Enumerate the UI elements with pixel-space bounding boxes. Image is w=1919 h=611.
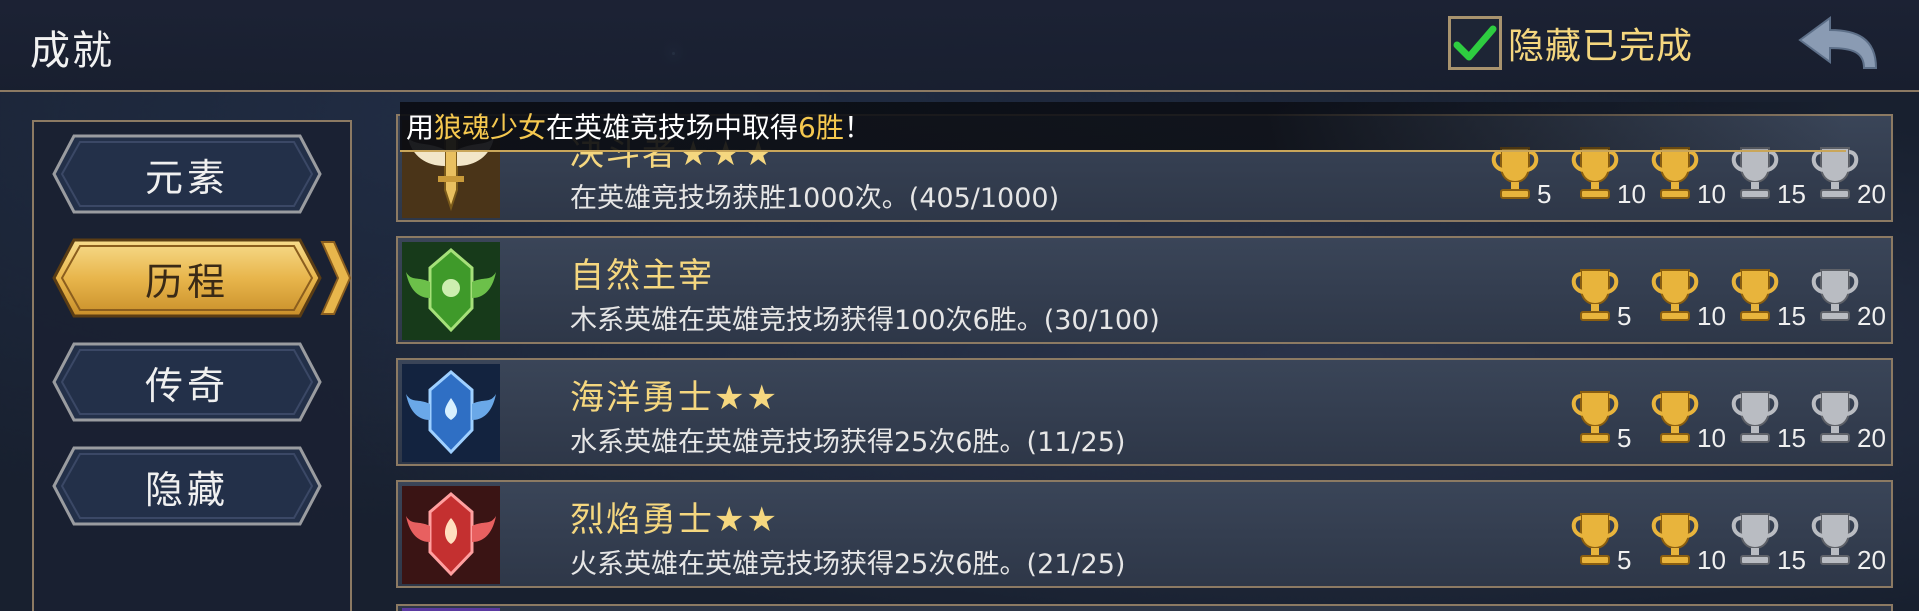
achievement-description: 火系英雄在英雄竞技场获得25次6胜。(21/25)	[570, 549, 1126, 580]
sidebar-item-label: 传奇	[144, 363, 229, 408]
reward-amount: 5	[1617, 301, 1632, 331]
achievement-title: 自然主宰	[570, 256, 714, 296]
achievement-row[interactable]: 烈焰勇士★★ 火系英雄在英雄竞技场获得25次6胜。(21/25) 5 10 15 20	[396, 480, 1893, 588]
toast-win-count: 6胜	[798, 111, 844, 144]
reward-tiers: 5 10 15 20	[1567, 504, 1887, 575]
category-sidebar: 元素 历程 传奇 隐藏	[32, 120, 352, 611]
hide-completed-checkbox[interactable]	[1448, 16, 1502, 70]
reward-trophy[interactable]: 10	[1567, 144, 1647, 209]
page-title: 成就	[30, 28, 114, 74]
reward-amount: 15	[1777, 301, 1806, 331]
achievement-title: 海洋勇士★★	[570, 378, 779, 418]
toast-suffix: ！	[843, 111, 872, 144]
reward-trophy[interactable]: 15	[1727, 510, 1807, 575]
reward-amount: 20	[1857, 179, 1886, 209]
hide-completed-label: 隐藏已完成	[1508, 26, 1694, 67]
achievement-row-partial[interactable]	[396, 604, 1893, 611]
sidebar-item-hidden[interactable]: 隐藏	[52, 446, 322, 526]
reward-trophy[interactable]: 15	[1727, 266, 1807, 331]
reward-trophy[interactable]: 5	[1487, 144, 1567, 209]
reward-trophy[interactable]: 15	[1727, 388, 1807, 453]
achievement-description: 在英雄竞技场获胜1000次。(405/1000)	[570, 183, 1060, 214]
reward-trophy[interactable]: 10	[1647, 144, 1727, 209]
reward-amount: 10	[1697, 179, 1726, 209]
reward-trophy[interactable]: 5	[1567, 388, 1647, 453]
reward-amount: 10	[1697, 545, 1726, 575]
back-arrow-icon	[1798, 16, 1878, 69]
sidebar-item-history[interactable]: 历程	[52, 238, 352, 318]
reward-trophy[interactable]: 10	[1647, 388, 1727, 453]
reward-trophy[interactable]: 20	[1807, 266, 1887, 331]
sidebar-item-label: 元素	[144, 155, 229, 200]
sidebar-item-legend[interactable]: 传奇	[52, 342, 322, 422]
top-bar: 成就 隐藏已完成	[0, 0, 1919, 92]
reward-trophy[interactable]: 20	[1807, 510, 1887, 575]
achievement-row[interactable]: 自然主宰 木系英雄在英雄竞技场获得100次6胜。(30/100) 5 10 15 20	[396, 236, 1893, 344]
reward-trophy[interactable]: 20	[1807, 388, 1887, 453]
reward-trophy[interactable]: 10	[1647, 510, 1727, 575]
achievement-description: 水系英雄在英雄竞技场获得25次6胜。(11/25)	[570, 427, 1126, 458]
reward-amount: 15	[1777, 545, 1806, 575]
water-crest-icon	[402, 364, 500, 462]
toast-message: 在英雄竞技场中取得	[546, 111, 799, 144]
reward-amount: 20	[1857, 545, 1886, 575]
reward-amount: 10	[1697, 301, 1726, 331]
reward-trophy[interactable]: 10	[1647, 266, 1727, 331]
reward-trophy[interactable]: 20	[1807, 144, 1887, 209]
reward-trophy[interactable]: 5	[1567, 266, 1647, 331]
nature-crest-icon	[402, 242, 500, 340]
reward-amount: 5	[1617, 423, 1632, 453]
checkmark-icon	[1453, 25, 1497, 61]
achievement-row[interactable]: 海洋勇士★★ 水系英雄在英雄竞技场获得25次6胜。(11/25) 5 10 15 20	[396, 358, 1893, 466]
sidebar-item-label: 历程	[144, 259, 229, 304]
reward-amount: 5	[1617, 545, 1632, 575]
reward-amount: 20	[1857, 301, 1886, 331]
toast-hero-name: 狼魂少女	[434, 111, 547, 144]
achievement-description: 木系英雄在英雄竞技场获得100次6胜。(30/100)	[570, 305, 1160, 336]
fire-crest-icon	[402, 486, 500, 584]
reward-amount: 5	[1537, 179, 1552, 209]
hide-completed-toggle[interactable]: 隐藏已完成	[1448, 14, 1693, 72]
toast-prefix: 用	[406, 111, 435, 144]
reward-tiers: 5 10 15 20	[1567, 260, 1887, 331]
reward-amount: 10	[1697, 423, 1726, 453]
reward-amount: 15	[1777, 423, 1806, 453]
sidebar-item-elements[interactable]: 元素	[52, 134, 322, 214]
reward-amount: 20	[1857, 423, 1886, 453]
reward-amount: 10	[1617, 179, 1646, 209]
reward-trophy[interactable]: 15	[1727, 144, 1807, 209]
reward-amount: 15	[1777, 179, 1806, 209]
achievement-title: 烈焰勇士★★	[570, 500, 779, 540]
reward-tiers: 5 10 15 20	[1567, 382, 1887, 453]
sidebar-item-label: 隐藏	[144, 467, 229, 512]
reward-trophy[interactable]: 5	[1567, 510, 1647, 575]
back-button[interactable]	[1796, 16, 1880, 74]
achievement-toast: 用 狼魂少女 在英雄竞技场中取得 6胜 ！	[400, 102, 1846, 152]
